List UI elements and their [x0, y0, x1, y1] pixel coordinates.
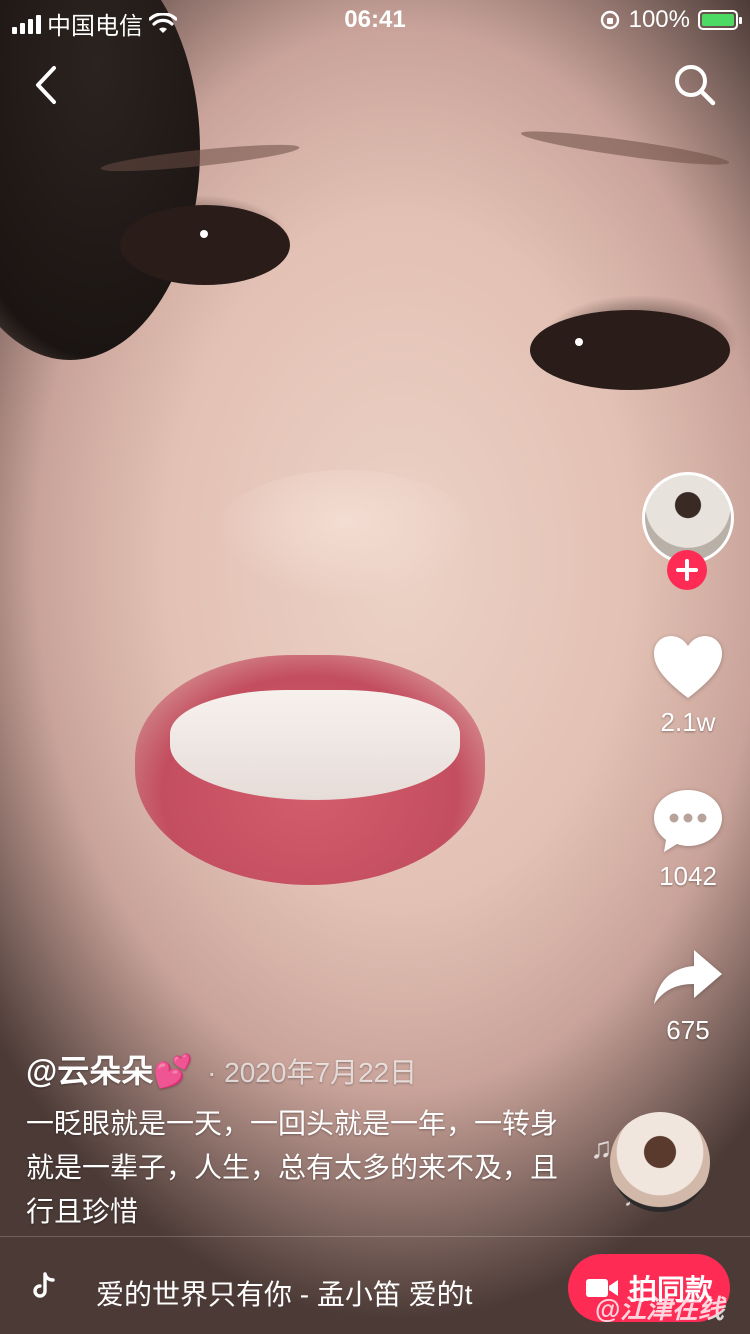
comment-count: 1042	[659, 861, 717, 891]
plus-icon	[676, 559, 698, 581]
search-button[interactable]	[670, 60, 720, 110]
share-button[interactable]: 675	[638, 946, 738, 1046]
watermark: @江津在线	[594, 1294, 724, 1324]
video-frame-detail	[170, 690, 460, 800]
video-frame-detail	[519, 125, 731, 171]
post-date: · 2020年7月22日	[207, 1057, 418, 1088]
back-button[interactable]	[28, 60, 68, 110]
battery-percent: 100%	[628, 6, 690, 33]
author-avatar-group[interactable]	[638, 472, 738, 592]
battery-icon	[698, 10, 742, 30]
chevron-left-icon	[36, 66, 56, 104]
comment-button[interactable]: 1042	[638, 788, 738, 892]
comment-icon	[654, 790, 722, 852]
like-button[interactable]: 2.1w	[638, 634, 738, 738]
share-count: 675	[666, 1015, 710, 1045]
video-frame-detail	[120, 205, 290, 285]
like-count: 2.1w	[660, 707, 716, 737]
music-bar[interactable]: 爱的世界只有你 - 孟小笛 爱的t 拍同款 @江津在线	[0, 1236, 750, 1334]
search-icon	[675, 65, 716, 106]
heart-icon	[654, 636, 722, 698]
post-description: 一眨眼就是一天，一回头就是一年，一转身就是一辈子，人生，总有太多的来不及，且行且…	[26, 1108, 559, 1227]
post-caption: @云朵朵💕 · 2020年7月22日 一眨眼就是一天，一回头就是一年，一转身就是…	[26, 1046, 566, 1234]
video-frame-detail	[215, 470, 475, 600]
orientation-lock-icon	[600, 10, 619, 30]
status-bar: 中国电信 06:41 100%	[0, 0, 750, 40]
video-frame-hair	[0, 0, 200, 360]
share-icon	[654, 950, 722, 1004]
follow-button[interactable]	[667, 550, 707, 590]
tiktok-logo-icon	[33, 1272, 55, 1298]
music-disc[interactable]	[610, 1112, 710, 1212]
video-player[interactable]: 中国电信 06:41 100% 2.1w 1042 675 ♫ @云朵朵💕 · …	[0, 0, 750, 1334]
author-name[interactable]: @云朵朵💕	[26, 1046, 193, 1092]
music-title[interactable]: 爱的世界只有你 - 孟小笛 爱的t	[96, 1273, 536, 1313]
video-frame-detail	[530, 310, 730, 390]
